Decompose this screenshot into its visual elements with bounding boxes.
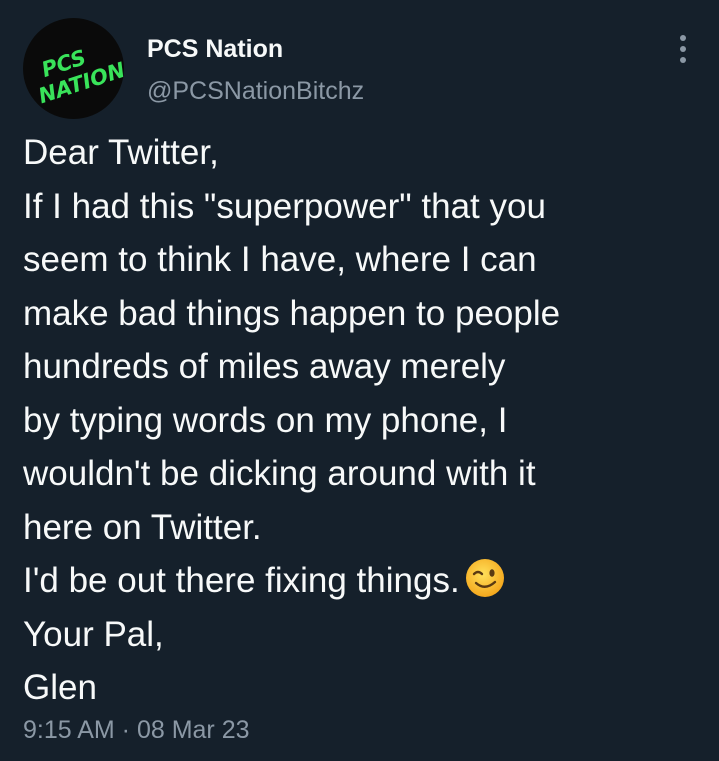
tweet-line: I'd be out there fixing things. xyxy=(23,561,460,600)
user-handle[interactable]: @PCSNationBitchz xyxy=(147,76,364,106)
winking-face-emoji-icon xyxy=(465,559,504,597)
avatar[interactable]: PCS NATION xyxy=(23,18,124,119)
avatar-logo: PCS NATION xyxy=(36,45,124,108)
tweet-line: Dear Twitter, xyxy=(23,133,219,172)
more-vertical-icon xyxy=(680,35,686,63)
tweet-line: seem to think I have, where I can xyxy=(23,240,537,279)
tweet-line: here on Twitter. xyxy=(23,507,262,547)
tweet-line: If I had this "superpower" that you xyxy=(23,186,546,226)
tweet-line: hundreds of miles away merely xyxy=(23,347,506,386)
tweet-card: PCS NATION PCS Nation @PCSNationBitchz D… xyxy=(0,0,719,761)
tweet-line: make bad things happen to people xyxy=(23,293,561,333)
tweet-timestamp[interactable]: 9:15 AM · 08 Mar 23 xyxy=(23,714,250,746)
tweet-line: Glen xyxy=(23,668,97,707)
tweet-line-with-emoji: I'd be out there fixing things. xyxy=(23,554,703,608)
display-name[interactable]: PCS Nation xyxy=(147,34,283,64)
tweet-line: Your Pal, xyxy=(23,614,164,654)
more-options-button[interactable] xyxy=(664,30,702,68)
tweet-line: wouldn't be dicking around with it xyxy=(23,454,536,493)
tweet-line: by typing words on my phone, I xyxy=(23,400,508,440)
tweet-text: Dear Twitter, If I had this "superpower"… xyxy=(23,126,703,715)
